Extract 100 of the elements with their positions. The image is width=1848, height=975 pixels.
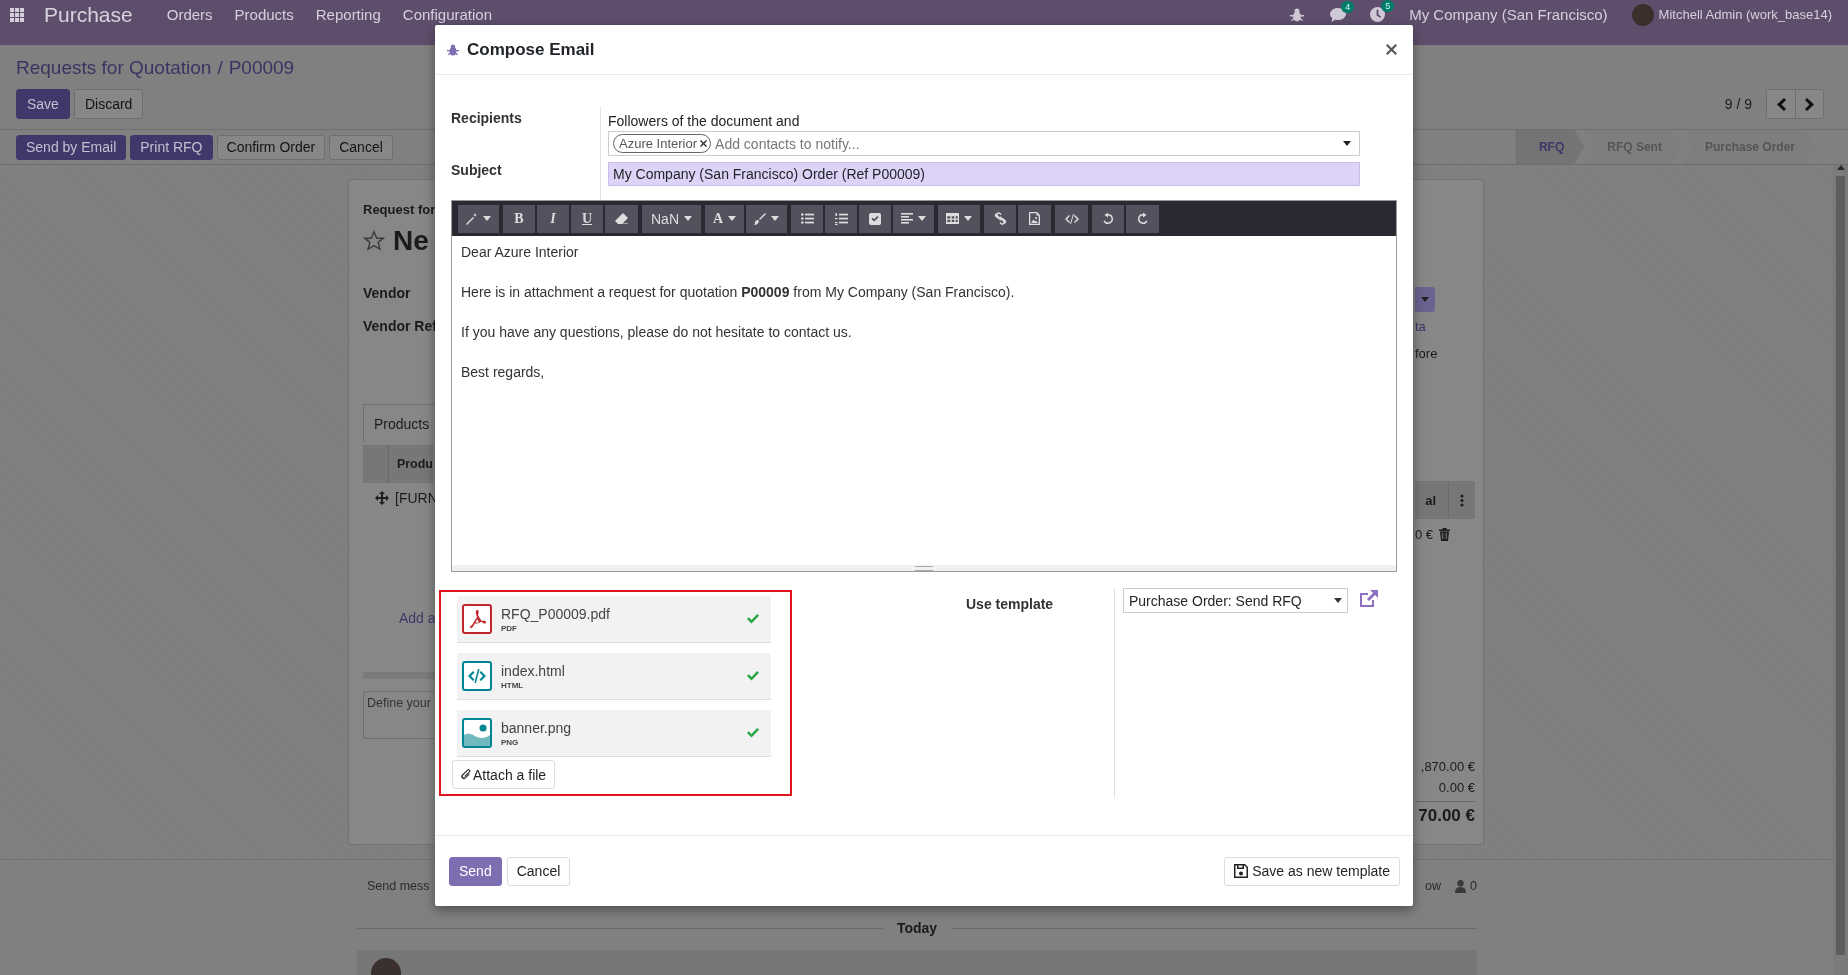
send-button[interactable]: Send	[449, 856, 502, 886]
bold-button[interactable]: B	[503, 204, 536, 233]
italic-button[interactable]: I	[537, 204, 570, 233]
bug-icon[interactable]	[447, 43, 459, 56]
move-handle-icon[interactable]	[375, 491, 389, 505]
user-name[interactable]: Mitchell Admin (work_base14)	[1658, 7, 1832, 22]
image-file-icon[interactable]	[1029, 212, 1041, 225]
numbered-list-icon[interactable]	[834, 212, 848, 225]
action-button[interactable]: Print RFQ	[130, 134, 213, 160]
attach-file-button[interactable]: Attach a file	[452, 760, 556, 789]
subject-field[interactable]: My Company (San Francisco) Order (Ref P00009)	[608, 162, 1360, 186]
toolbar-button[interactable]	[746, 204, 788, 233]
toolbar-button[interactable]	[1126, 204, 1160, 233]
breadcrumb-link[interactable]: Requests for Quotation	[16, 57, 212, 79]
remove-icon[interactable]	[700, 140, 708, 147]
eraser-icon[interactable]	[615, 213, 628, 224]
follower-count[interactable]: 0	[1470, 879, 1477, 894]
follow-link[interactable]: ow	[1425, 879, 1442, 894]
caret-icon	[684, 216, 692, 221]
pdf-file-icon	[462, 604, 492, 634]
paintbrush-icon[interactable]	[754, 212, 767, 225]
attachment-type: HTML	[501, 680, 525, 690]
notification-badge: 4	[1341, 0, 1355, 13]
bullet-list-icon[interactable]	[800, 213, 814, 224]
toolbar-button[interactable]	[859, 204, 893, 233]
trash-icon[interactable]	[1439, 527, 1451, 541]
star-icon[interactable]	[363, 230, 385, 252]
action-button[interactable]: Send by Email	[16, 134, 127, 160]
underline-button[interactable]: U	[571, 204, 604, 233]
check-icon	[747, 671, 759, 681]
kebab-menu-icon[interactable]	[1460, 493, 1464, 507]
action-button[interactable]: Cancel	[329, 134, 393, 160]
caret-icon	[483, 216, 491, 221]
recipients-intro: Followers of the document and	[608, 112, 801, 131]
attachment-name: banner.png	[501, 719, 573, 736]
menu-item[interactable]: Orders	[166, 6, 213, 23]
person-icon[interactable]	[1455, 879, 1467, 893]
pager-count: 9 / 9	[1724, 96, 1752, 112]
attachment-card[interactable]: index.html HTML	[457, 653, 771, 700]
scrollbar[interactable]	[1833, 165, 1848, 975]
caret-icon	[918, 216, 927, 221]
toolbar-button[interactable]	[1092, 204, 1126, 233]
link-icon[interactable]	[993, 212, 1007, 225]
notes-field[interactable]: Define your	[363, 691, 434, 739]
menu-item[interactable]: Products	[234, 6, 294, 23]
toolbar-button[interactable]	[984, 204, 1018, 233]
form-subtitle: Request for	[363, 202, 437, 219]
previous-button[interactable]	[1767, 90, 1795, 118]
link-text[interactable]: ta	[1415, 319, 1475, 334]
toolbar-button[interactable]	[791, 204, 825, 233]
magic-wand-icon[interactable]	[466, 212, 478, 225]
attachment-card[interactable]: RFQ_P00009.pdf PDF	[457, 596, 771, 643]
dropdown-toggle[interactable]	[1415, 287, 1435, 312]
email-editor[interactable]: B I U NaN A Dear Azure Interior Here is in attachment a request for quotation P00009 from My Company (San Francisco). If you have any questions, please do not hesitate to contact us. Best regards,	[451, 200, 1397, 572]
company-name[interactable]: My Company (San Francisco)	[1409, 6, 1608, 23]
send-message-link[interactable]: Send mess	[367, 879, 430, 894]
app-title[interactable]: Purchase	[44, 2, 133, 27]
menu-item[interactable]: Configuration	[402, 6, 493, 23]
toolbar-button[interactable]	[1055, 204, 1089, 233]
chat-bubble-icon[interactable]	[1330, 7, 1347, 22]
caret-icon	[1421, 297, 1429, 302]
font-size-dropdown[interactable]: NaN	[642, 204, 701, 233]
caret-icon	[728, 216, 737, 221]
cancel-button[interactable]: Cancel	[506, 856, 571, 886]
code-icon[interactable]	[1064, 213, 1079, 224]
action-button[interactable]: Confirm Order	[216, 134, 326, 160]
redo-icon[interactable]	[1136, 212, 1149, 225]
apps-grid-icon[interactable]	[10, 7, 24, 22]
clock-icon[interactable]	[1370, 7, 1386, 22]
toolbar-button[interactable]	[1018, 204, 1052, 233]
toolbar-button[interactable]	[825, 204, 859, 233]
close-icon	[1386, 44, 1397, 55]
bug-icon[interactable]	[1290, 7, 1305, 22]
recipients-field[interactable]: Azure Interior Add contacts to notify...	[608, 131, 1360, 156]
undo-icon[interactable]	[1102, 212, 1115, 225]
menu-item[interactable]: Reporting	[315, 6, 381, 23]
table-icon[interactable]	[946, 213, 960, 224]
template-select[interactable]: Purchase Order: Send RFQ	[1123, 588, 1348, 613]
caret-icon	[964, 216, 973, 221]
save-template-button[interactable]: Save as new template	[1224, 856, 1400, 886]
toolbar-button[interactable]	[938, 204, 981, 233]
checkbox-icon[interactable]	[869, 212, 882, 225]
align-left-icon[interactable]	[901, 213, 914, 224]
image-file-icon	[462, 718, 492, 748]
toolbar-button[interactable]	[605, 204, 638, 233]
attachment-card[interactable]: banner.png PNG	[457, 710, 771, 757]
toolbar-button[interactable]	[893, 204, 935, 233]
next-button[interactable]	[1795, 90, 1823, 118]
font-color-dropdown[interactable]: A	[705, 204, 746, 233]
discard-button[interactable]: Discard	[73, 89, 144, 119]
column-header: Produ	[396, 457, 433, 471]
attachment-name: index.html	[501, 662, 566, 679]
external-link-icon[interactable]	[1360, 590, 1378, 607]
field-label: Use template	[965, 588, 1115, 798]
chevron-right-icon	[1805, 97, 1814, 111]
resize-handle[interactable]	[452, 565, 1396, 571]
toolbar-button[interactable]	[458, 204, 499, 233]
caret-icon	[1343, 141, 1351, 146]
save-button[interactable]: Save	[16, 89, 70, 119]
attachment-type: PNG	[501, 737, 520, 747]
